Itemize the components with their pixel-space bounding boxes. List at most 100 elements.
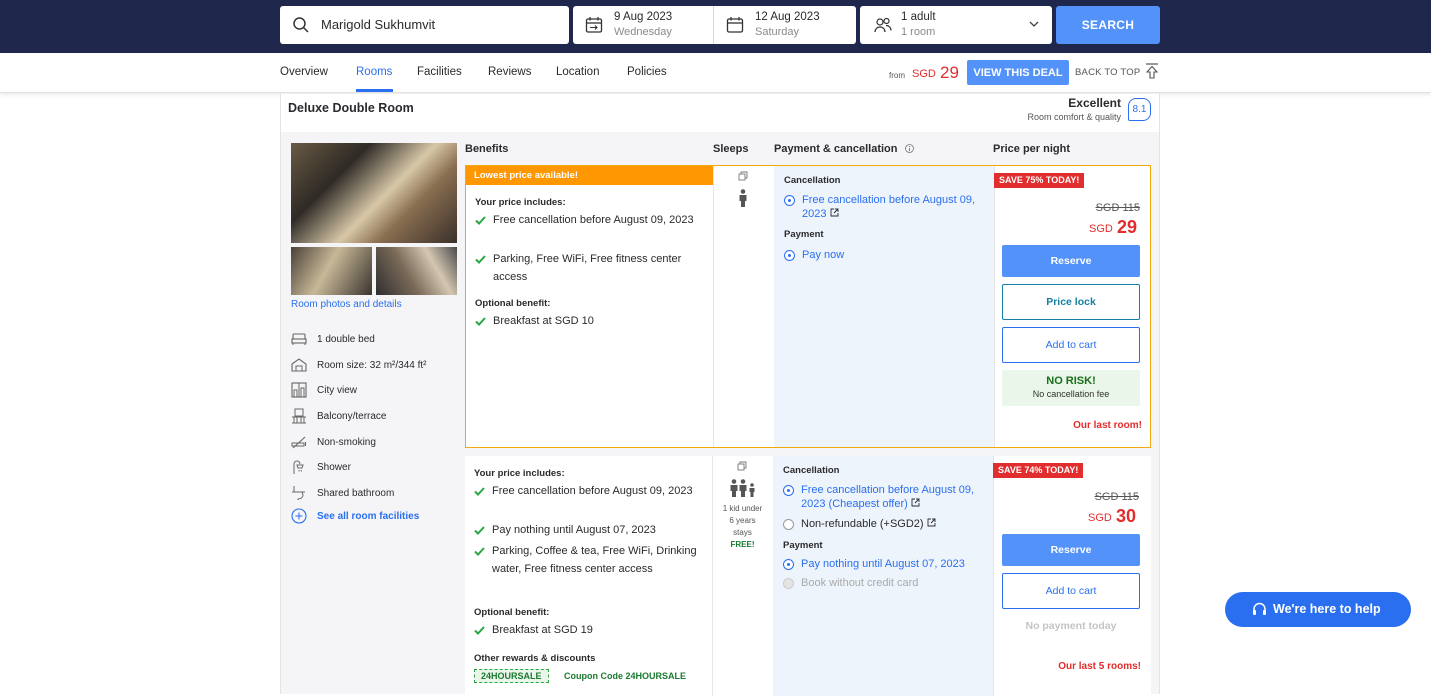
offer-sleeps: 1 kid under 6 years stays FREE! [712, 456, 773, 696]
date-picker[interactable]: 9 Aug 2023 Wednesday 12 Aug 2023 Saturda… [573, 6, 856, 44]
room-panel: Deluxe Double Room Excellent Room comfor… [280, 94, 1160, 696]
cancellation-option[interactable]: Free cancellation before August 09, 2023… [783, 483, 988, 511]
tab-location[interactable]: Location [556, 66, 599, 78]
price-header: Price per night [993, 143, 1071, 155]
search-button[interactable]: SEARCH [1056, 6, 1160, 44]
availability-text: Our last 5 rooms! [1058, 661, 1141, 672]
save-badge: SAVE 74% TODAY! [993, 463, 1084, 478]
kid-line: 6 years [729, 516, 756, 525]
offer-price: SAVE 75% TODAY! SGD 115 SGD 29 Reserve P… [994, 166, 1150, 447]
check-icon [475, 216, 486, 225]
chevron-down-icon [1029, 21, 1039, 27]
city-view-icon [291, 382, 307, 398]
amenity-label: 1 double bed [317, 334, 375, 345]
back-to-top-link[interactable]: BACK TO TOP [1075, 67, 1140, 78]
price-lock-button[interactable]: Price lock [1002, 284, 1140, 320]
checkin-calendar-icon [585, 17, 603, 33]
kid-line: 1 kid under [722, 504, 763, 513]
benefit-text: Free cancellation before August 09, 2023 [493, 214, 694, 226]
radio-unselected[interactable] [783, 519, 794, 530]
cancellation-text: Free cancellation before August 09, 2023… [801, 484, 975, 510]
radio-selected[interactable] [783, 559, 794, 570]
adults-count: 1 adult [901, 11, 936, 23]
price-currency: SGD [1088, 512, 1112, 524]
offer-price: SAVE 74% TODAY! SGD 115 SGD 30 Reserve A… [993, 456, 1149, 696]
from-label: from [889, 71, 905, 80]
payment-option: Book without credit card [783, 576, 988, 590]
view-deal-button[interactable]: VIEW THIS DEAL [967, 60, 1069, 85]
amenity-label: Non-smoking [317, 437, 376, 448]
from-price: 29 [940, 63, 959, 82]
payment-option[interactable]: Pay nothing until August 07, 2023 [783, 557, 988, 571]
checkout-calendar-icon [726, 17, 744, 33]
checkin-date-field[interactable]: 9 Aug 2023 Wednesday [573, 6, 714, 44]
tab-overview[interactable]: Overview [280, 66, 328, 78]
benefits-header: Benefits [465, 143, 509, 155]
occupancy-info-icon[interactable] [737, 461, 747, 471]
see-all-facilities-link[interactable]: See all room facilities [291, 508, 461, 526]
benefit-item: Breakfast at SGD 10 [475, 313, 700, 331]
amenity-item: Shower [291, 459, 461, 477]
cancellation-label: Cancellation [783, 465, 840, 476]
plus-circle-icon [291, 508, 307, 524]
search-icon [293, 17, 309, 33]
amenity-label: Balcony/terrace [317, 411, 387, 422]
reserve-button[interactable]: Reserve [1002, 245, 1140, 277]
non-smoking-icon [291, 436, 306, 449]
radio-selected[interactable] [783, 485, 794, 496]
payment-text: Pay now [802, 249, 845, 261]
room-photo-main[interactable] [291, 143, 457, 243]
benefit-text: Parking, Coffee & tea, Free WiFi, Drinki… [492, 545, 697, 575]
destination-search-field[interactable]: Marigold Sukhumvit [280, 6, 569, 44]
room-title: Deluxe Double Room [288, 101, 414, 115]
room-size-icon [291, 358, 307, 372]
amenity-item: 1 double bed [291, 331, 461, 349]
benefit-text: Free cancellation before August 09, 2023 [492, 485, 693, 497]
headset-icon [1253, 602, 1266, 615]
benefit-item: Pay nothing until August 07, 2023 [474, 522, 699, 540]
arrow-up-icon[interactable] [1145, 63, 1159, 79]
room-photo-thumb[interactable] [291, 247, 372, 295]
offer-benefits: Your price includes: Free cancellation b… [465, 456, 712, 696]
room-photo-thumb[interactable] [376, 247, 457, 295]
tab-facilities[interactable]: Facilities [417, 66, 462, 78]
add-to-cart-button[interactable]: Add to cart [1002, 327, 1140, 363]
help-chat-button[interactable]: We're here to help [1225, 592, 1411, 627]
amenity-item: Balcony/terrace [291, 408, 461, 426]
payment-label: Payment [783, 540, 823, 551]
checkout-date-field[interactable]: 12 Aug 2023 Saturday [714, 6, 855, 44]
no-risk-title: NO RISK! [1046, 375, 1096, 387]
check-icon [474, 487, 485, 496]
offer-payment: Cancellation Free cancellation before Au… [774, 166, 994, 447]
tab-reviews[interactable]: Reviews [488, 66, 531, 78]
benefit-item: Breakfast at SGD 19 [474, 622, 699, 640]
no-risk-subtitle: No cancellation fee [1032, 389, 1110, 399]
save-badge: SAVE 75% TODAY! [994, 173, 1085, 188]
kid-line: stays [733, 528, 752, 537]
lowest-price-ribbon: Lowest price available! [466, 166, 713, 185]
cancellation-option[interactable]: Non-refundable (+SGD2) [783, 517, 988, 531]
room-photos-link[interactable]: Room photos and details [291, 299, 402, 310]
tab-policies[interactable]: Policies [627, 66, 667, 78]
no-risk-box: NO RISK! No cancellation fee [1002, 370, 1140, 406]
occupancy-info-icon[interactable] [738, 171, 748, 181]
no-payment-note: No payment today [1025, 620, 1117, 632]
payment-header: Payment & cancellation [774, 143, 898, 155]
tab-rooms[interactable]: Rooms [356, 66, 392, 78]
add-to-cart-button[interactable]: Add to cart [1002, 573, 1140, 609]
sleeps-header: Sleeps [713, 143, 749, 155]
guests-selector[interactable]: 1 adult 1 room [860, 6, 1052, 44]
price-includes-label: Your price includes: [475, 197, 566, 208]
radio-selected[interactable] [784, 195, 795, 206]
offer-payment: Cancellation Free cancellation before Au… [773, 456, 993, 696]
price-currency: SGD [1089, 223, 1113, 235]
checkin-day: Wednesday [614, 26, 672, 38]
cancellation-option[interactable]: Free cancellation before August 09, 2023 [784, 193, 989, 221]
offer-price-value: 29 [1117, 217, 1138, 237]
radio-selected[interactable] [784, 250, 795, 261]
benefit-item: Free cancellation before August 09, 2023 [474, 483, 699, 501]
cancellation-label: Cancellation [784, 175, 841, 186]
info-icon[interactable] [905, 144, 914, 153]
reserve-button[interactable]: Reserve [1002, 534, 1140, 566]
payment-option[interactable]: Pay now [784, 248, 989, 262]
